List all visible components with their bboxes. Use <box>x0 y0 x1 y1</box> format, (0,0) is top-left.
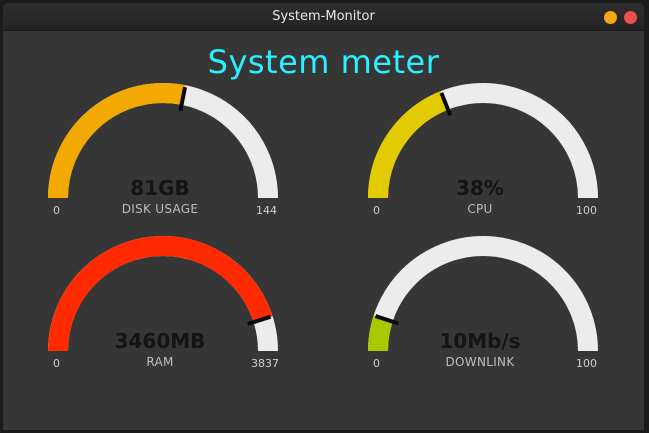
app-window: System-Monitor System meter 81GB DISK US… <box>3 3 644 430</box>
close-button[interactable] <box>624 11 637 24</box>
cpu-value: 38% <box>456 176 504 200</box>
ram-value: 3460MB <box>114 329 206 353</box>
disk-usage-min: 0 <box>53 204 60 217</box>
ram-label: RAM <box>146 355 174 369</box>
ram-gauge: 3460MB RAM 0 3837 <box>45 233 305 383</box>
cpu-gauge: 38% CPU 0 100 <box>365 80 625 230</box>
disk-usage-gauge: 81GB DISK USAGE 0 144 <box>45 80 305 230</box>
disk-usage-value: 81GB <box>130 176 190 200</box>
cpu-max: 100 <box>576 204 597 217</box>
downlink-gauge: 10Mb/s DOWNLINK 0 100 <box>365 233 625 383</box>
ram-min: 0 <box>53 357 60 370</box>
title-bar[interactable]: System-Monitor <box>3 3 644 31</box>
downlink-label: DOWNLINK <box>445 355 515 369</box>
ram-max: 3837 <box>251 357 279 370</box>
downlink-max: 100 <box>576 357 597 370</box>
cpu-label: CPU <box>467 202 493 216</box>
minimize-button[interactable] <box>604 11 617 24</box>
disk-usage-label: DISK USAGE <box>121 202 199 216</box>
page-title: System meter <box>207 43 440 81</box>
disk-usage-max: 144 <box>256 204 277 217</box>
downlink-min: 0 <box>373 357 380 370</box>
window-title: System-Monitor <box>272 9 375 24</box>
cpu-min: 0 <box>373 204 380 217</box>
downlink-value: 10Mb/s <box>439 329 521 353</box>
